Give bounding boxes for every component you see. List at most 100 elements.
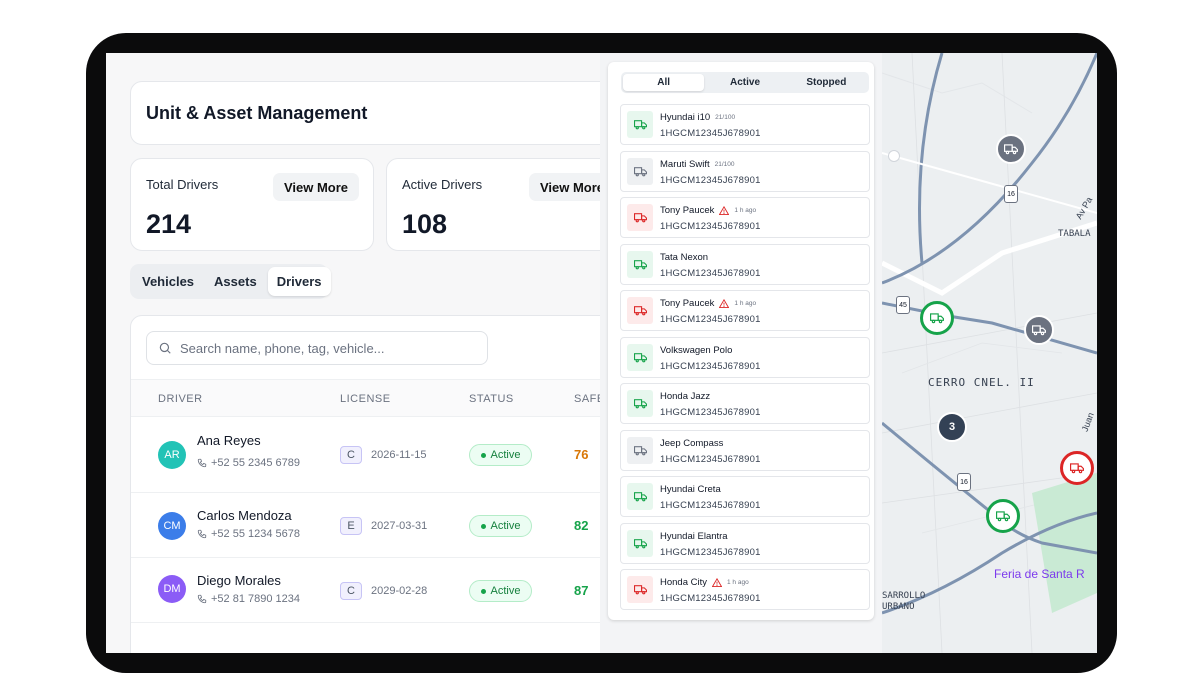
vehicle-name-line: Hyundai Elantra [660,531,733,542]
vehicle-status-icon [627,251,653,278]
tab-assets[interactable]: Assets [205,267,266,296]
search-box [146,331,488,365]
filter-active[interactable]: Active [704,74,785,91]
truck-icon [634,119,647,130]
vehicle-status-icon [627,530,653,557]
vehicle-list-item[interactable]: Honda Jazz1HGCM12345J678901 [620,383,870,424]
drivers-table-card: DRIVER LICENSE STATUS SAFE AR Ana Reyes … [130,315,650,653]
truck-icon [634,212,647,223]
driver-name[interactable]: Diego Morales [197,573,281,588]
vehicle-name-line: Volkswagen Polo [660,345,737,356]
vehicle-list-card: All Active Stopped Hyundai i1021/1001HGC… [608,62,874,620]
table-row[interactable]: AR Ana Reyes +52 55 2345 6789 C 2026-11-… [131,417,651,493]
vehicle-name: Honda Jazz [660,391,710,402]
driver-phone-text: +52 81 7890 1234 [211,593,300,605]
tab-vehicles[interactable]: Vehicles [133,267,203,296]
vehicle-marker-moving[interactable] [920,301,954,335]
vehicle-marker-moving[interactable] [986,499,1020,533]
truck-icon [634,305,647,316]
truck-icon [634,538,647,549]
truck-icon [1004,143,1018,155]
warning-icon [719,299,729,308]
page-header-card: Unit & Asset Management [130,81,630,145]
total-drivers-view-more-button[interactable]: View More [273,173,359,201]
entity-tabs: Vehicles Assets Drivers [130,264,328,299]
vehicle-name: Honda City [660,577,707,588]
vehicle-meta: 21/100 [715,114,735,121]
active-drivers-value: 108 [402,209,447,240]
filter-all[interactable]: All [623,74,704,91]
vehicle-name: Hyundai Elantra [660,531,728,542]
warning-icon [712,578,722,587]
driver-name[interactable]: Carlos Mendoza [197,508,292,523]
app-screen: Unit & Asset Management Total Drivers Vi… [106,53,1097,653]
vehicle-list-item[interactable]: Honda City 1 h ago 1HGCM12345J678901 [620,569,870,610]
vehicle-vin: 1HGCM12345J678901 [660,500,761,511]
vehicle-list-item[interactable]: Volkswagen Polo 1HGCM12345J678901 [620,337,870,378]
map-label: SARROLLO [882,591,925,601]
vehicle-name: Volkswagen Polo [660,345,732,356]
vehicle-filter-tabs: All Active Stopped [621,72,869,93]
vehicle-vin: 1HGCM12345J678901 [660,361,761,372]
filter-stopped[interactable]: Stopped [786,74,867,91]
vehicle-meta: 1 h ago [727,579,749,586]
driver-phone-text: +52 55 1234 5678 [211,528,300,540]
driver-phone: +52 81 7890 1234 [197,593,300,605]
vehicle-name: Tony Paucek [660,205,714,216]
vehicle-status-icon [627,390,653,417]
table-row[interactable]: DM Diego Morales +52 81 7890 1234 C 2029… [131,558,651,623]
page-title: Unit & Asset Management [146,103,367,124]
license-class-badge: E [340,517,362,535]
vehicle-status-icon [627,111,653,138]
truck-icon [634,491,647,502]
truck-icon [634,259,647,270]
truck-icon [1032,324,1046,336]
column-header-license[interactable]: LICENSE [340,393,391,405]
vehicle-vin: 1HGCM12345J678901 [660,593,761,604]
driver-name[interactable]: Ana Reyes [197,433,261,448]
vehicle-vin: 1HGCM12345J678901 [660,221,761,232]
column-header-driver[interactable]: DRIVER [158,393,203,405]
map-view[interactable]: 16 45 16 CERRO CNEL. II TABALA Av Pa Jua… [882,53,1097,653]
vehicle-list-item[interactable]: Hyundai Elantra1HGCM12345J678901 [620,523,870,564]
driver-phone: +52 55 2345 6789 [197,457,300,469]
vehicle-name-line: Honda City 1 h ago [660,577,749,588]
driver-phone-text: +52 55 2345 6789 [211,457,300,469]
vehicle-name: Tony Paucek [660,298,714,309]
total-drivers-label: Total Drivers [146,177,218,192]
vehicle-marker-alert[interactable] [1060,451,1094,485]
vehicle-name-line: Jeep Compass [660,438,728,449]
vehicle-list-item[interactable]: Tata Nexon1HGCM12345J678901 [620,244,870,285]
road-shield: 16 [1004,185,1018,203]
vehicle-list-item[interactable]: Tony Paucek1 h ago1HGCM12345J678901 [620,197,870,238]
license-class-badge: C [340,582,362,600]
vehicle-list-item[interactable]: Maruti Swift21/1001HGCM12345J678901 [620,151,870,192]
vehicle-name-line: Tony Paucek 1 h ago [660,298,756,309]
map-label: Feria de Santa R [994,567,1085,581]
road-shield: 45 [896,296,910,314]
table-row[interactable]: CM Carlos Mendoza +52 55 1234 5678 E 202… [131,493,651,558]
map-label: CERRO CNEL. II [928,376,1035,389]
cluster-marker[interactable]: 3 [937,412,967,442]
truck-icon [1070,462,1084,474]
vehicle-name-line: Hyundai Creta [660,484,726,495]
search-icon [158,341,172,355]
vehicle-list-item[interactable]: Jeep Compass1HGCM12345J678901 [620,430,870,471]
avatar: DM [158,575,186,603]
truck-icon [634,398,647,409]
vehicle-marker-stopped[interactable] [996,134,1026,164]
vehicle-meta: 1 h ago [734,300,756,307]
vehicle-status-icon [627,483,653,510]
vehicle-list-item[interactable]: Tony Paucek1 h ago1HGCM12345J678901 [620,290,870,331]
truck-icon [634,584,647,595]
active-drivers-label: Active Drivers [402,177,482,192]
column-header-status[interactable]: STATUS [469,393,514,405]
tab-drivers[interactable]: Drivers [268,267,331,296]
map-label: URBANO [882,602,915,612]
vehicle-list-item[interactable]: Hyundai Creta 1HGCM12345J678901 [620,476,870,517]
search-input[interactable] [180,341,470,356]
vehicle-marker-stopped[interactable] [1024,315,1054,345]
avatar: CM [158,512,186,540]
status-badge: Active [469,515,532,537]
vehicle-list-item[interactable]: Hyundai i1021/1001HGCM12345J678901 [620,104,870,145]
